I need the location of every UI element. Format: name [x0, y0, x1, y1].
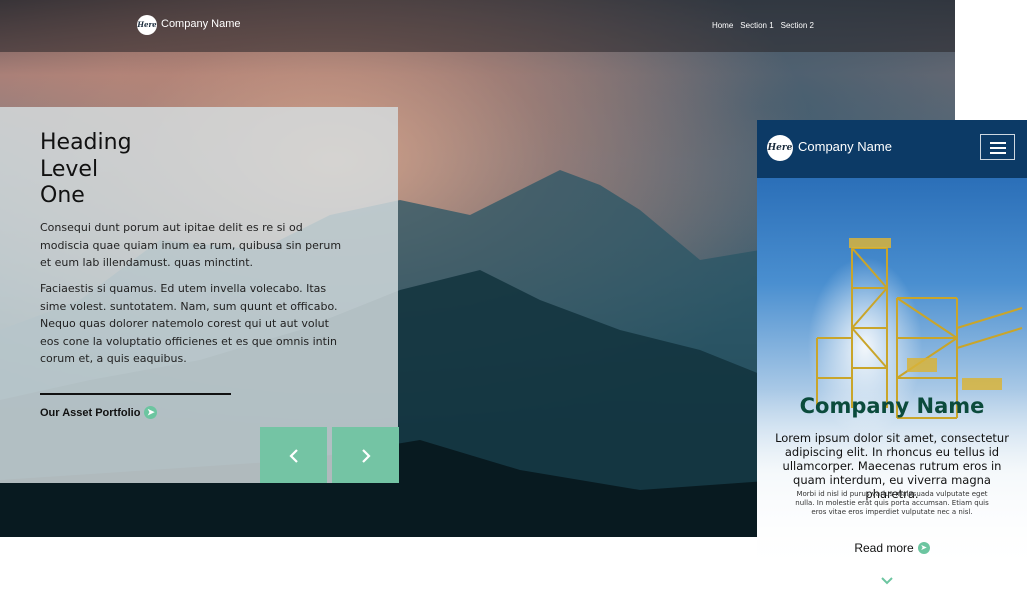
hero-paragraph-1: Consequi dunt porum aut ipitae delit es …	[40, 221, 342, 269]
nav-link-home[interactable]: Home	[712, 21, 733, 30]
chevron-right-icon	[361, 448, 371, 463]
company-name[interactable]: Company Name	[161, 18, 240, 30]
hero-paragraph-2: Faciaestis si quamus. Ed utem invella vo…	[40, 282, 338, 365]
mobile-company-name[interactable]: Company Name	[798, 139, 892, 154]
chevron-down-icon[interactable]	[879, 573, 895, 589]
hero-heading-line-1: Heading	[40, 130, 132, 155]
asset-portfolio-label: Our Asset Portfolio	[40, 406, 141, 419]
desktop-navbar: Here Company Name Home Section 1 Section…	[0, 0, 955, 52]
asset-portfolio-link[interactable]: Our Asset Portfolio ➤	[40, 406, 158, 419]
read-more-link[interactable]: Read more ➤	[757, 541, 1027, 555]
mobile-hero-small-text: Morbi id nisl id purus varius malesuada …	[795, 490, 989, 516]
company-logo[interactable]: Here	[137, 15, 157, 35]
arrow-right-circle-icon: ➤	[144, 406, 158, 419]
nav-link-section-1[interactable]: Section 1	[740, 21, 773, 30]
hamburger-menu-icon[interactable]	[980, 134, 1015, 160]
mobile-hero-title: Company Name	[799, 394, 985, 418]
hero-heading: Heading Level One	[40, 130, 132, 210]
carousel-next-button[interactable]	[332, 427, 399, 483]
nav-links: Home Section 1 Section 2	[712, 21, 814, 30]
carousel-prev-button[interactable]	[260, 427, 327, 483]
arrow-right-circle-icon: ➤	[917, 542, 930, 554]
divider	[40, 393, 231, 395]
mobile-header: Here Company Name	[757, 120, 1027, 178]
mobile-company-logo[interactable]: Here	[767, 135, 793, 161]
nav-link-section-2[interactable]: Section 2	[781, 21, 814, 30]
mobile-mockup: Here Company Name Company Name Lorem ips…	[757, 120, 1027, 600]
read-more-label: Read more	[854, 541, 914, 555]
chevron-left-icon	[288, 448, 298, 463]
hero-heading-line-2: Level	[40, 156, 99, 182]
hero-heading-line-3: One	[40, 183, 85, 208]
